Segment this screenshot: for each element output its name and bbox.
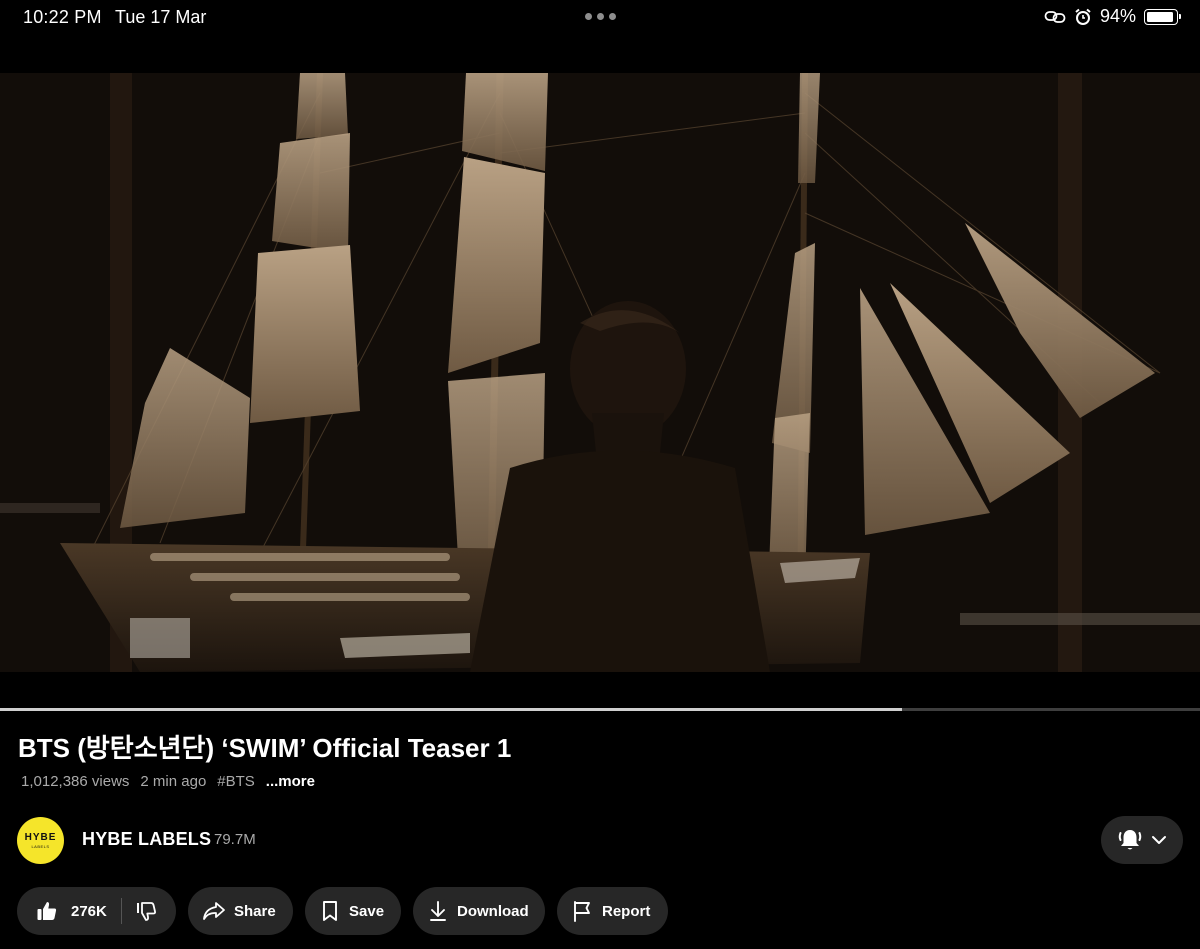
share-label: Share xyxy=(234,902,276,920)
video-progress-bar[interactable] xyxy=(0,708,1200,711)
report-button[interactable]: Report xyxy=(557,887,668,935)
save-button[interactable]: Save xyxy=(305,887,401,935)
report-label: Report xyxy=(602,902,651,920)
channel-name[interactable]: HYBE LABELS xyxy=(82,829,211,850)
thumbs-up-icon xyxy=(37,902,57,920)
bell-icon xyxy=(1118,830,1142,850)
like-dislike-group: 276K xyxy=(17,887,176,935)
bookmark-icon xyxy=(323,901,337,921)
view-count: 1,012,386 views xyxy=(21,773,130,790)
dislike-button[interactable] xyxy=(122,887,157,935)
more-link[interactable]: ...more xyxy=(266,773,315,790)
link-icon xyxy=(1044,10,1066,23)
chevron-down-icon xyxy=(1152,836,1166,844)
status-date: Tue 17 Mar xyxy=(115,7,207,27)
like-button[interactable]: 276K xyxy=(17,887,107,935)
battery-percent: 94% xyxy=(1099,6,1136,26)
avatar-logo: HYBE xyxy=(24,832,57,843)
avatar-logo-sub: LABELS xyxy=(31,844,50,849)
alarm-icon xyxy=(1075,8,1091,25)
battery-fill xyxy=(1147,11,1174,22)
subscriber-count: 79.7M xyxy=(214,831,256,848)
flag-icon xyxy=(574,901,590,922)
share-icon xyxy=(203,902,225,920)
video-meta[interactable]: 1,012,386 views 2 min ago #BTS ...more xyxy=(21,773,315,790)
download-label: Download xyxy=(457,902,529,920)
like-count: 276K xyxy=(71,902,107,920)
hashtag-link[interactable]: #BTS xyxy=(217,773,255,790)
share-button[interactable]: Share xyxy=(188,887,293,935)
download-button[interactable]: Download xyxy=(413,887,545,935)
save-label: Save xyxy=(349,902,385,920)
battery-icon xyxy=(1144,8,1181,25)
channel-avatar[interactable]: HYBE LABELS xyxy=(17,817,64,864)
thumbs-down-icon xyxy=(136,902,156,921)
status-bar: 10:22 PM Tue 17 Mar 94% xyxy=(0,0,1200,34)
notification-bell-button[interactable] xyxy=(1101,816,1183,864)
status-indicators: 94% xyxy=(1044,6,1181,27)
download-icon xyxy=(430,901,446,921)
status-time: 10:22 PM xyxy=(23,7,102,27)
upload-age: 2 min ago xyxy=(140,773,207,790)
multitasking-dots-icon[interactable] xyxy=(585,13,616,20)
video-frame xyxy=(0,73,1200,672)
progress-played xyxy=(0,708,903,711)
video-title[interactable]: BTS (방탄소년단) ‘SWIM’ Official Teaser 1 xyxy=(18,728,511,765)
video-player[interactable] xyxy=(0,73,1200,672)
